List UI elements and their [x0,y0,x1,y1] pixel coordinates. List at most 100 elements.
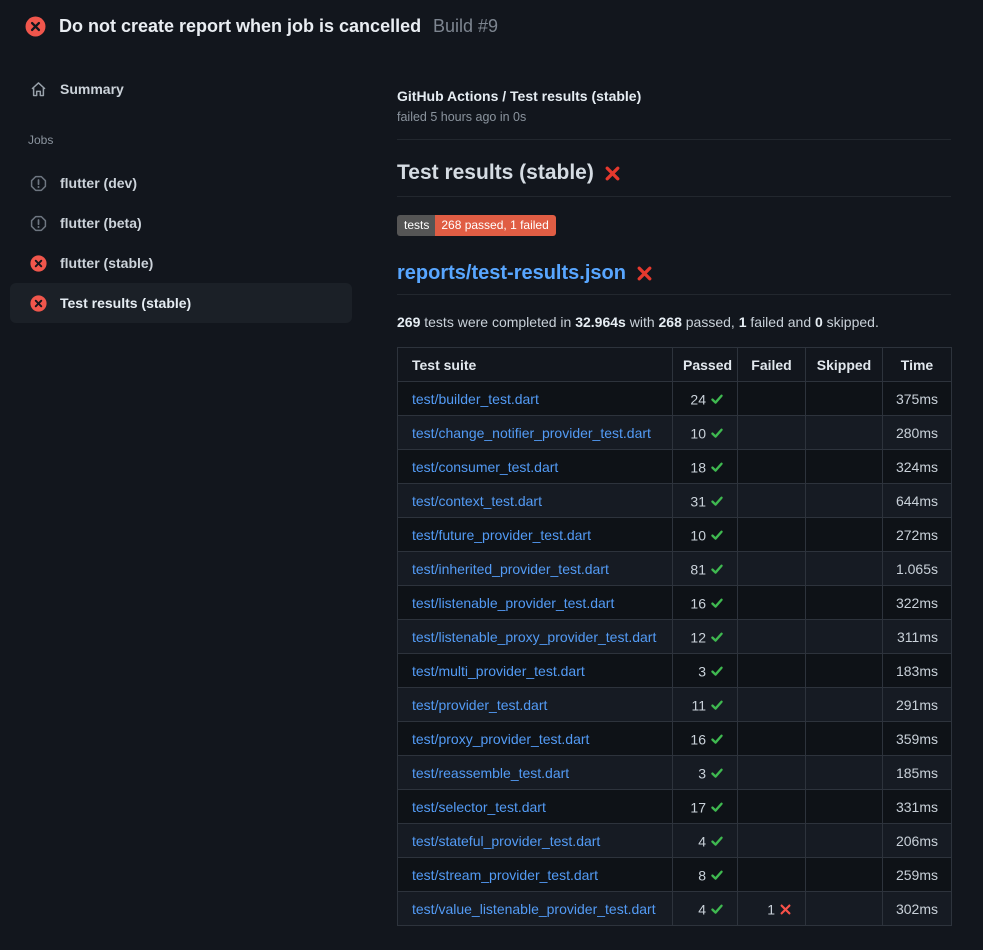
test-suite-link[interactable]: test/selector_test.dart [412,799,546,815]
cross-mark-icon [604,165,621,182]
test-suite-link[interactable]: test/provider_test.dart [412,697,547,713]
failed-cell [738,382,806,416]
skipped-cell [806,756,883,790]
table-row: test/future_provider_test.dart10272ms [398,518,952,552]
test-suite-link[interactable]: test/stateful_provider_test.dart [412,833,600,849]
test-suite-cell: test/stream_provider_test.dart [398,858,673,892]
failed-cell [738,688,806,722]
table-row: test/listenable_provider_test.dart16322m… [398,586,952,620]
test-suite-link[interactable]: test/multi_provider_test.dart [412,663,585,679]
test-suite-link[interactable]: test/reassemble_test.dart [412,765,569,781]
test-suite-cell: test/proxy_provider_test.dart [398,722,673,756]
time-cell: 302ms [883,892,952,926]
sidebar-item-label: flutter (beta) [60,215,142,231]
jobs-section-label: Jobs [10,133,352,147]
test-suite-cell: test/context_test.dart [398,484,673,518]
check-icon [710,630,724,644]
test-suite-link[interactable]: test/context_test.dart [412,493,542,509]
table-row: test/stateful_provider_test.dart4206ms [398,824,952,858]
failed-cell [738,756,806,790]
check-icon [710,664,724,678]
passed-cell: 81 [673,552,738,586]
check-icon [710,426,724,440]
test-suite-link[interactable]: test/consumer_test.dart [412,459,558,475]
table-row: test/inherited_provider_test.dart811.065… [398,552,952,586]
test-suite-link[interactable]: test/proxy_provider_test.dart [412,731,589,747]
skipped-cell [806,518,883,552]
badge-value: 268 passed, 1 failed [435,215,555,236]
test-suite-link[interactable]: test/listenable_provider_test.dart [412,595,614,611]
failed-cell [738,620,806,654]
table-row: test/reassemble_test.dart 3 185ms [398,756,952,790]
table-row: test/value_listenable_provider_test.dart… [398,892,952,926]
check-icon [710,562,724,576]
breadcrumb: GitHub Actions / Test results (stable) [397,88,951,104]
test-suite-link[interactable]: test/builder_test.dart [412,391,539,407]
test-suite-cell: test/reassemble_test.dart [398,756,673,790]
skipped-cell [806,790,883,824]
column-header-test-suite: Test suite [398,348,673,382]
sidebar-item-flutter-stable[interactable]: flutter (stable) [10,243,352,283]
time-cell: 324ms [883,450,952,484]
passed-cell: 4 [673,824,738,858]
time-cell: 185ms [883,756,952,790]
skipped-cell [806,858,883,892]
skipped-cell [806,450,883,484]
time-cell: 331ms [883,790,952,824]
passed-cell: 3 [673,654,738,688]
failed-cell [738,416,806,450]
cross-mark-icon [636,265,653,282]
test-results-table: Test suite Passed Failed Skipped Time te… [397,347,952,926]
sidebar-item-test-results-stable[interactable]: Test results (stable) [10,283,352,323]
test-suite-link[interactable]: test/future_provider_test.dart [412,527,591,543]
skipped-count: 0 [815,314,823,330]
skipped-cell [806,620,883,654]
total-count: 269 [397,314,420,330]
home-icon [30,81,47,98]
check-icon [710,528,724,542]
check-icon [710,766,724,780]
test-suite-link[interactable]: test/value_listenable_provider_test.dart [412,901,656,917]
time-cell: 280ms [883,416,952,450]
column-header-failed: Failed [738,348,806,382]
test-suite-link[interactable]: test/stream_provider_test.dart [412,867,598,883]
failed-cell: 1 [738,892,806,926]
sidebar-item-label: Test results (stable) [60,295,191,311]
check-icon [710,834,724,848]
time-cell: 359ms [883,722,952,756]
passed-cell: 3 [673,756,738,790]
report-file-link[interactable]: reports/test-results.json [397,262,626,285]
check-icon [710,460,724,474]
table-row: test/proxy_provider_test.dart 16 359ms [398,722,952,756]
sidebar-item-label: flutter (stable) [60,255,153,271]
passed-count: 268 [659,314,682,330]
test-suite-cell: test/selector_test.dart [398,790,673,824]
table-body: test/builder_test.dart24375mstest/change… [398,382,952,926]
passed-cell: 31 [673,484,738,518]
passed-cell: 11 [673,688,738,722]
stop-exclamation-icon [30,175,47,192]
sidebar-item-label: Summary [60,81,124,97]
table-row: test/context_test.dart31644ms [398,484,952,518]
test-suite-link[interactable]: test/change_notifier_provider_test.dart [412,425,651,441]
passed-cell: 17 [673,790,738,824]
passed-cell: 16 [673,722,738,756]
skipped-cell [806,892,883,926]
table-row: test/consumer_test.dart18324ms [398,450,952,484]
test-suite-cell: test/listenable_provider_test.dart [398,586,673,620]
failed-cell [738,450,806,484]
report-title-row: reports/test-results.json [397,262,951,295]
time-cell: 259ms [883,858,952,892]
run-status-line: failed 5 hours ago in 0s [397,110,951,124]
test-suite-link[interactable]: test/inherited_provider_test.dart [412,561,609,577]
skipped-cell [806,382,883,416]
table-header-row: Test suite Passed Failed Skipped Time [398,348,952,382]
total-time: 32.964s [575,314,626,330]
sidebar-item-flutter-dev[interactable]: flutter (dev) [10,163,352,203]
check-icon [710,732,724,746]
sidebar-item-flutter-beta[interactable]: flutter (beta) [10,203,352,243]
test-suite-link[interactable]: test/listenable_proxy_provider_test.dart [412,629,656,645]
skipped-cell [806,654,883,688]
column-header-time: Time [883,348,952,382]
sidebar-item-summary[interactable]: Summary [10,69,352,109]
